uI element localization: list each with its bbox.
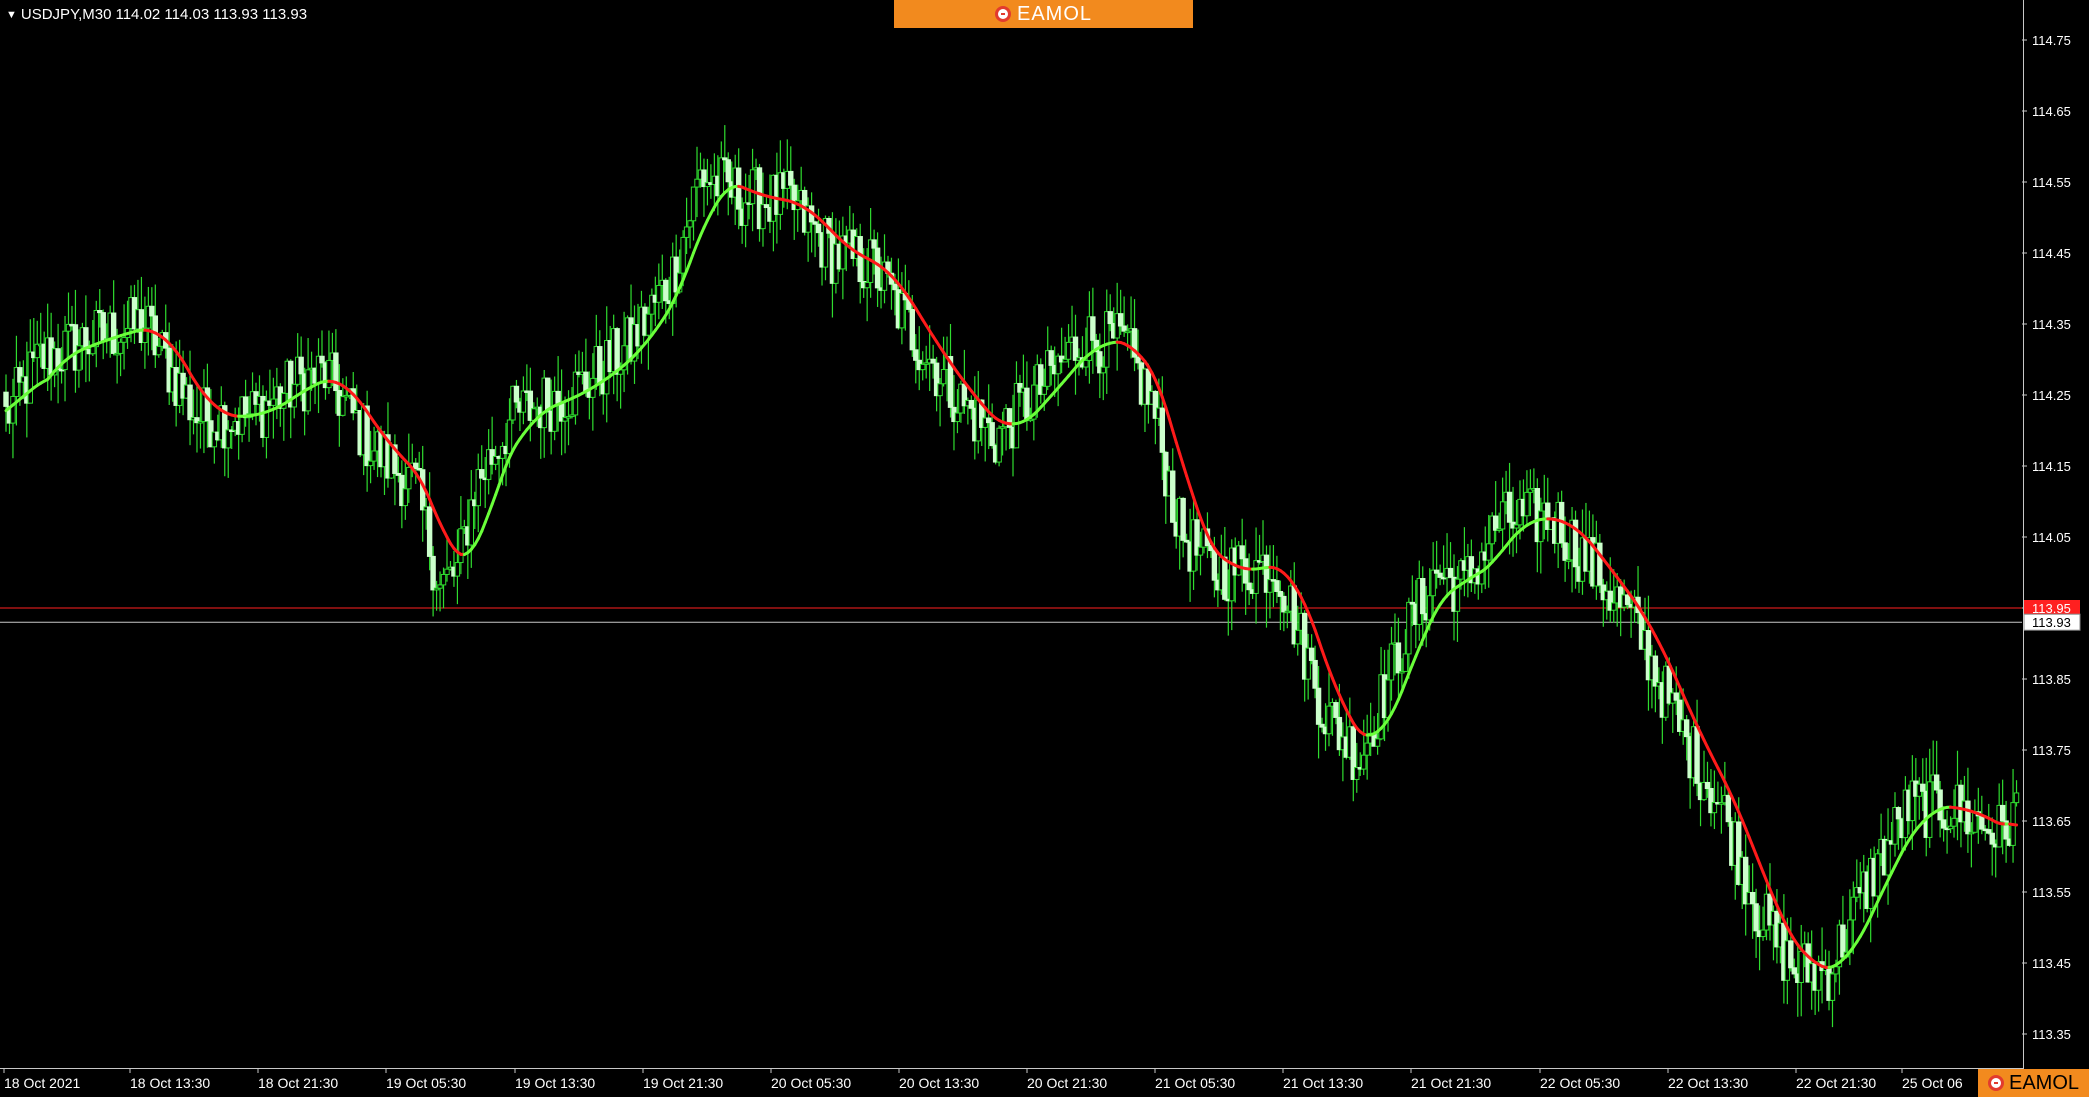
triangle-down-icon[interactable]: ▼ bbox=[6, 9, 17, 21]
eamol-logo-icon bbox=[994, 6, 1011, 22]
price-tick-label: 113.75 bbox=[2032, 743, 2071, 758]
price-tick-label: 114.05 bbox=[2032, 530, 2071, 545]
time-tick-label: 20 Oct 21:30 bbox=[1027, 1075, 1107, 1091]
price-tick-label: 114.25 bbox=[2032, 388, 2071, 403]
time-tick-label: 22 Oct 13:30 bbox=[1668, 1075, 1748, 1091]
time-tick-label: 19 Oct 05:30 bbox=[386, 1075, 466, 1091]
corner-brand-name: EAMOL bbox=[2008, 1071, 2080, 1094]
time-tick-label: 20 Oct 05:30 bbox=[771, 1075, 851, 1091]
plot-frame bbox=[0, 0, 2024, 1069]
symbol-label: USDJPY,M30 bbox=[20, 6, 112, 23]
ohlc-readout: 114.02 114.03 113.93 113.93 bbox=[115, 6, 308, 23]
price-tick-label: 113.55 bbox=[2032, 885, 2071, 900]
price-tick-label: 113.65 bbox=[2032, 814, 2071, 829]
price-tick-label: 114.45 bbox=[2032, 246, 2071, 261]
price-axis[interactable]: 114.75 114.65 114.55 114.45 114.35 114.25 114.… bbox=[2022, 33, 2081, 1042]
corner-brand-badge: EAMOL bbox=[1978, 1069, 2089, 1097]
time-tick-label: 18 Oct 13:30 bbox=[130, 1075, 210, 1091]
brand-name: EAMOL bbox=[1016, 2, 1093, 25]
time-tick-label: 25 Oct 06 bbox=[1902, 1075, 1963, 1091]
time-tick-label: 22 Oct 05:30 bbox=[1540, 1075, 1620, 1091]
price-tick-label: 114.55 bbox=[2032, 175, 2071, 190]
time-tick-label: 22 Oct 21:30 bbox=[1796, 1075, 1876, 1091]
price-tick-label: 113.35 bbox=[2032, 1027, 2071, 1042]
eamol-corner-logo-icon bbox=[1987, 1075, 2004, 1091]
price-tick-label: 114.65 bbox=[2032, 104, 2071, 119]
time-tick-label: 19 Oct 13:30 bbox=[515, 1075, 595, 1091]
time-tick-label: 19 Oct 21:30 bbox=[643, 1075, 723, 1091]
price-tick-label: 113.45 bbox=[2032, 956, 2071, 971]
brand-banner: EAMOL bbox=[894, 0, 1193, 28]
price-tick-label: 114.75 bbox=[2032, 33, 2071, 48]
current-price-tag-label: 113.93 bbox=[2032, 615, 2071, 630]
price-tick-label: 114.35 bbox=[2032, 317, 2071, 332]
time-axis[interactable]: 18 Oct 2021 18 Oct 13:30 18 Oct 21:30 19 Oc… bbox=[3, 1068, 1963, 1091]
chart-window[interactable]: 114.75 114.65 114.55 114.45 114.35 114.25 114.… bbox=[0, 0, 2089, 1097]
time-tick-label: 18 Oct 21:30 bbox=[258, 1075, 338, 1091]
price-tick-label: 113.85 bbox=[2032, 672, 2071, 687]
time-tick-label: 20 Oct 13:30 bbox=[899, 1075, 979, 1091]
symbol-header[interactable]: ▼ USDJPY,M30 114.02 114.03 113.93 113.93 bbox=[6, 6, 307, 23]
time-tick-label: 21 Oct 05:30 bbox=[1155, 1075, 1235, 1091]
time-tick-label: 18 Oct 2021 bbox=[4, 1075, 80, 1091]
time-tick-label: 21 Oct 21:30 bbox=[1411, 1075, 1491, 1091]
time-tick-label: 21 Oct 13:30 bbox=[1283, 1075, 1363, 1091]
price-tick-label: 114.15 bbox=[2032, 459, 2071, 474]
